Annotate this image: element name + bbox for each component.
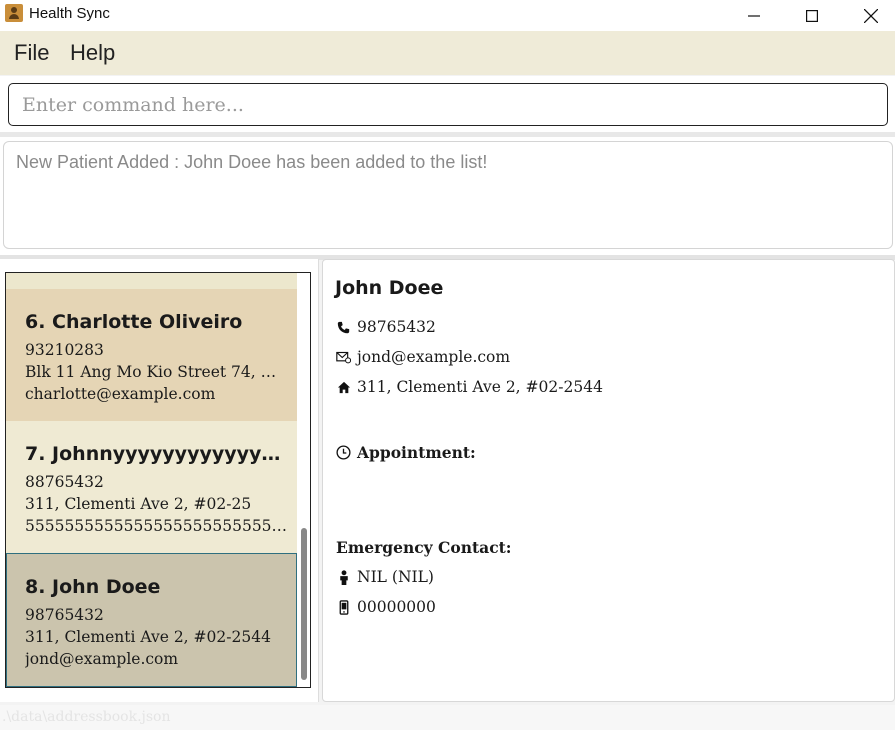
patient-name: 8. John Doee [25,576,161,598]
minimize-button[interactable] [731,0,777,31]
minimize-icon [748,14,760,17]
menu-bar: File Help [0,31,895,75]
detail-name: John Doee [335,277,444,299]
appointment-row: Appointment: [336,443,476,462]
patient-name: 7. Johnnyyyyyyyyyyyyyyyyyy... [25,443,289,465]
close-button[interactable] [848,0,894,31]
detail-phone: 98765432 [357,318,436,336]
emergency-contact-label: Emergency Contact: [336,538,512,557]
appointment-label: Appointment: [357,443,476,462]
patient-address: Blk 11 Ang Mo Kio Street 74, #11-04 [25,363,289,381]
detail-address: 311, Clementi Ave 2, #02-2544 [357,378,603,396]
next-of-kin-name: NIL (NIL) [357,568,434,586]
patient-card-selected[interactable]: 8. John Doee 98765432 311, Clementi Ave … [6,553,297,687]
result-area: New Patient Added : John Doee has been a… [0,137,895,255]
close-icon [864,8,878,23]
emergency-contact-row: Emergency Contact: [336,538,512,557]
menu-file[interactable]: File [14,40,49,66]
detail-phone-row: 98765432 [336,318,436,336]
home-icon [336,380,351,395]
save-location: .\data\addressbook.json [2,709,171,725]
phone-icon [336,320,351,335]
detail-address-row: 311, Clementi Ave 2, #02-2544 [336,378,603,396]
list-scrollbar[interactable] [300,273,310,687]
maximize-icon [806,9,818,22]
command-area [0,76,895,132]
status-bar: .\data\addressbook.json [0,705,895,730]
email-icon [336,350,351,365]
title-bar: Health Sync [0,0,895,31]
patient-address: 311, Clementi Ave 2, #02-2544 [25,628,271,646]
next-of-kin-phone-row: 00000000 [336,598,436,616]
patient-email: charlotte@example.com [25,385,216,403]
menu-help[interactable]: Help [70,40,115,66]
scrollbar-thumb[interactable] [301,528,307,680]
patient-list-panel: 6. Charlotte Oliveiro 93210283 Blk 11 An… [0,259,319,702]
detail-email: jond@example.com [357,348,511,366]
next-of-kin-row: NIL (NIL) [336,568,434,586]
patient-card[interactable]: 6. Charlotte Oliveiro 93210283 Blk 11 An… [6,289,297,421]
patient-card[interactable]: 7. Johnnyyyyyyyyyyyyyyyyyy... 88765432 3… [6,421,297,553]
patient-phone: 98765432 [25,606,104,624]
command-input[interactable] [8,83,888,126]
patient-email: 5555555555555555555555555555... [25,517,289,535]
maximize-button[interactable] [789,0,835,31]
patient-email: jond@example.com [25,650,179,668]
patient-list[interactable]: 6. Charlotte Oliveiro 93210283 Blk 11 An… [5,272,311,688]
app-icon [5,4,23,22]
patient-phone: 88765432 [25,473,104,491]
clock-icon [336,445,351,460]
window-title: Health Sync [29,5,110,22]
detail-email-row: jond@example.com [336,348,510,366]
mobile-icon [336,599,351,615]
patient-phone: 93210283 [25,341,104,359]
patient-detail-panel: John Doee 98765432 jond@example.com 311,… [322,259,895,702]
patient-name: 6. Charlotte Oliveiro [25,311,243,333]
list-item-partial[interactable] [6,273,297,289]
person-icon [336,569,351,585]
patient-address: 311, Clementi Ave 2, #02-25 [25,495,252,513]
result-display[interactable]: New Patient Added : John Doee has been a… [3,141,893,249]
next-of-kin-phone: 00000000 [357,598,436,616]
